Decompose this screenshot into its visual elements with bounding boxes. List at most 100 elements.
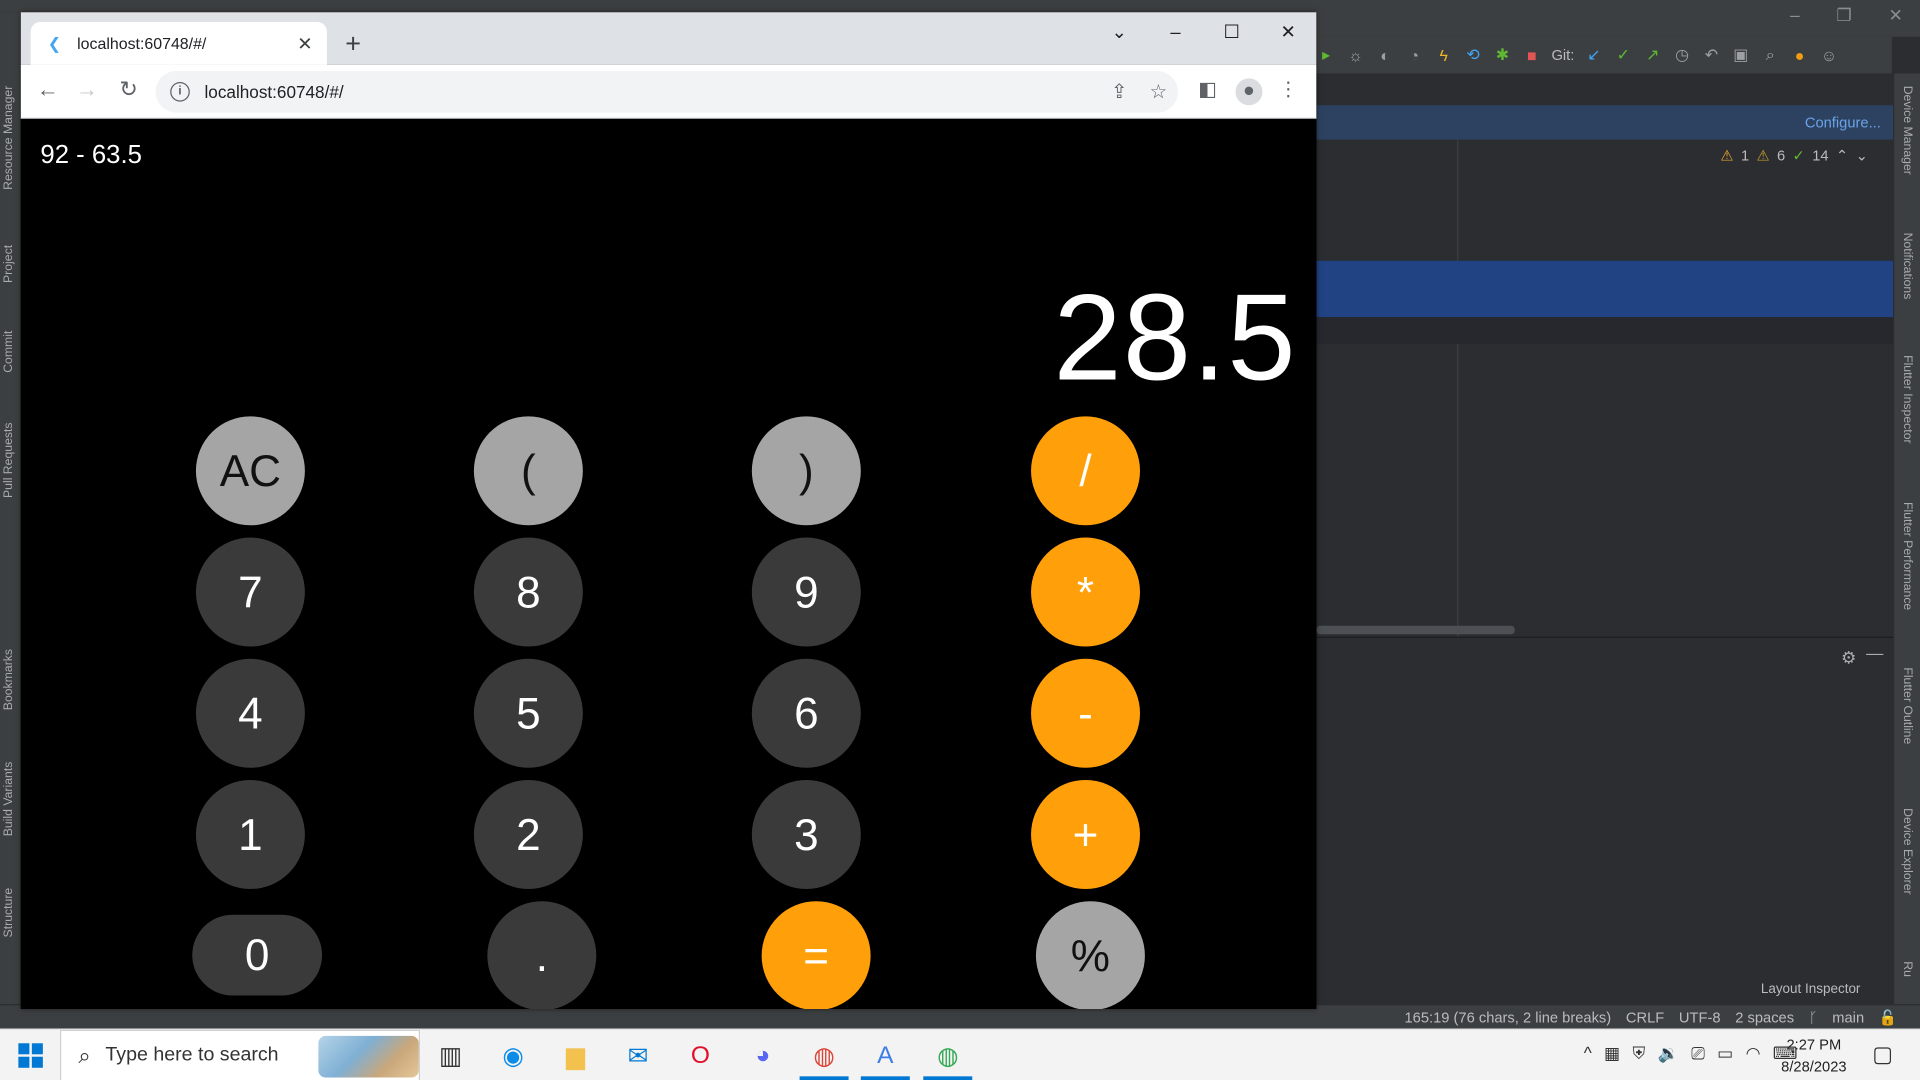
open-paren-button[interactable]: ( [473, 416, 583, 526]
attach-debugger-icon[interactable]: ✱ [1493, 45, 1513, 65]
notification-icon[interactable]: ▢ [1872, 1042, 1893, 1068]
indent-setting[interactable]: 2 spaces [1735, 1009, 1794, 1026]
git-history-icon[interactable]: ◷ [1672, 45, 1692, 65]
digit-5-button[interactable]: 5 [473, 658, 583, 768]
discord-icon[interactable]: ◕ [744, 1037, 781, 1074]
divide-button[interactable]: / [1031, 416, 1141, 526]
hot-restart-icon[interactable]: ⟲ [1463, 45, 1483, 65]
mail-icon[interactable]: ✉ [620, 1037, 657, 1074]
git-push-icon[interactable]: ↗ [1643, 45, 1663, 65]
file-explorer-icon[interactable]: ▆ [557, 1037, 594, 1074]
equals-button[interactable]: = [761, 901, 871, 1009]
digit-4-button[interactable]: 4 [195, 658, 305, 768]
minimize-icon[interactable]: – [1147, 12, 1203, 51]
tool-tab-structure[interactable]: Structure [2, 888, 15, 938]
tool-tab-pull-requests[interactable]: Pull Requests [2, 422, 15, 498]
address-bar[interactable]: i localhost:60748/#/ ⇪ ☆ [155, 71, 1178, 113]
percent-button[interactable]: % [1035, 901, 1145, 1009]
tool-tab-notifications[interactable]: Notifications [1900, 233, 1913, 300]
debug-icon[interactable]: ☼ [1346, 45, 1366, 65]
battery-icon[interactable]: ▭ [1717, 1043, 1733, 1064]
tray-app-icon[interactable]: ▦ [1604, 1043, 1620, 1064]
ide-restore-icon[interactable]: ❐ [1836, 5, 1851, 26]
update-icon[interactable]: ● [1790, 45, 1810, 65]
digit-0-button[interactable]: 0 [192, 914, 323, 996]
run-icon[interactable]: ▸ [1316, 45, 1336, 65]
tool-tab-device-explorer[interactable]: Device Explorer [1900, 808, 1913, 894]
line-separator[interactable]: CRLF [1626, 1009, 1664, 1026]
task-view-icon[interactable]: ▥ [432, 1037, 469, 1074]
configure-link[interactable]: Configure... [1805, 114, 1881, 131]
new-tab-icon[interactable]: + [345, 28, 361, 60]
maximize-icon[interactable]: ☐ [1204, 12, 1260, 51]
taskbar-search-box[interactable]: ⌕ Type here to search [60, 1029, 421, 1080]
chrome-icon[interactable]: ◍ [929, 1037, 966, 1074]
browser-tab[interactable]: ❮ localhost:60748/#/ ✕ [30, 22, 327, 65]
windows-start-icon[interactable] [18, 1043, 43, 1068]
digit-6-button[interactable]: 6 [751, 658, 861, 768]
digit-7-button[interactable]: 7 [195, 537, 305, 647]
close-window-icon[interactable]: ✕ [1260, 12, 1316, 51]
tool-tab-device-manager[interactable]: Device Manager [1900, 86, 1913, 175]
chevron-up-icon[interactable]: ⌃ [1836, 147, 1848, 164]
chevron-up-icon[interactable]: ^ [1584, 1043, 1592, 1064]
tool-tab-bookmarks[interactable]: Bookmarks [2, 649, 15, 710]
lock-icon[interactable]: 🔓 [1879, 1009, 1897, 1026]
side-panel-icon[interactable]: ◧ [1193, 77, 1222, 101]
git-branch[interactable]: main [1832, 1009, 1864, 1026]
device-icon[interactable]: ▣ [1731, 45, 1751, 65]
tool-tab-flutter-performance[interactable]: Flutter Performance [1900, 502, 1913, 610]
reload-icon[interactable]: ↻ [114, 77, 143, 103]
back-icon[interactable]: ← [33, 77, 62, 103]
digit-2-button[interactable]: 2 [473, 780, 583, 889]
account-icon[interactable]: ☺ [1819, 45, 1839, 65]
file-encoding[interactable]: UTF-8 [1679, 1009, 1721, 1026]
decimal-button[interactable]: . [487, 901, 597, 1009]
taskbar-clock[interactable]: 2:27 PM 8/28/2023 [1781, 1033, 1846, 1077]
close-paren-button[interactable]: ) [751, 416, 861, 526]
menu-icon[interactable]: ⋮ [1273, 77, 1302, 101]
close-tab-icon[interactable]: ✕ [295, 32, 315, 55]
profile-avatar-icon[interactable]: ● [1235, 78, 1263, 106]
hot-reload-icon[interactable]: ϟ [1434, 45, 1454, 65]
url-text[interactable]: localhost:60748/#/ [204, 82, 1099, 102]
digit-1-button[interactable]: 1 [195, 780, 305, 889]
chrome-profile-icon[interactable]: ◍ [806, 1037, 843, 1074]
tool-tab-ru[interactable]: Ru [1900, 961, 1913, 977]
minus-button[interactable]: - [1031, 658, 1141, 768]
caret-position[interactable]: 165:19 (76 chars, 2 line breaks) [1405, 1009, 1612, 1026]
security-icon[interactable]: ⛨ [1632, 1043, 1645, 1064]
digit-3-button[interactable]: 3 [751, 780, 861, 889]
tool-tab-build-variants[interactable]: Build Variants [2, 762, 15, 837]
git-rollback-icon[interactable]: ↶ [1702, 45, 1722, 65]
tool-tab-flutter-outline[interactable]: Flutter Outline [1900, 667, 1913, 744]
wifi-icon[interactable]: ◠ [1746, 1043, 1761, 1064]
opera-icon[interactable]: O [682, 1037, 719, 1074]
layout-inspector-label[interactable]: Layout Inspector [1761, 982, 1861, 997]
stop-icon[interactable]: ■ [1522, 45, 1542, 65]
android-studio-icon[interactable]: A [867, 1037, 904, 1074]
tool-tab-project[interactable]: Project [2, 245, 15, 283]
ac-button[interactable]: AC [195, 416, 305, 526]
git-update-icon[interactable]: ↙ [1584, 45, 1604, 65]
plus-button[interactable]: + [1031, 780, 1141, 889]
digit-8-button[interactable]: 8 [473, 537, 583, 647]
site-info-icon[interactable]: i [170, 82, 190, 102]
share-icon[interactable]: ⇪ [1100, 80, 1139, 104]
ide-close-icon[interactable]: ✕ [1889, 5, 1903, 26]
volume-icon[interactable]: 🔉 [1658, 1043, 1679, 1064]
search-everywhere-icon[interactable]: ⌕ [1760, 45, 1780, 65]
tool-tab-resource-manager[interactable]: Resource Manager [2, 86, 15, 190]
chevron-down-icon[interactable]: ⌄ [1856, 147, 1868, 164]
meet-now-icon[interactable]: ⎚ [1691, 1043, 1705, 1064]
edge-icon[interactable]: ◉ [495, 1037, 532, 1074]
bookmark-star-icon[interactable]: ☆ [1139, 80, 1178, 104]
editor-horizontal-scrollbar[interactable] [1316, 625, 1515, 635]
tool-tab-commit[interactable]: Commit [2, 331, 15, 373]
inspection-widget[interactable]: ⚠ 1 ⚠ 6 ✓ 14 ⌃ ⌄ [1720, 147, 1867, 164]
coverage-icon[interactable]: ◔ [1405, 45, 1425, 65]
tab-search-icon[interactable]: ⌄ [1091, 12, 1147, 51]
profile-icon[interactable]: ◐ [1375, 45, 1395, 65]
gear-icon[interactable]: ⚙ [1841, 648, 1856, 669]
forward-icon[interactable]: → [72, 77, 101, 103]
